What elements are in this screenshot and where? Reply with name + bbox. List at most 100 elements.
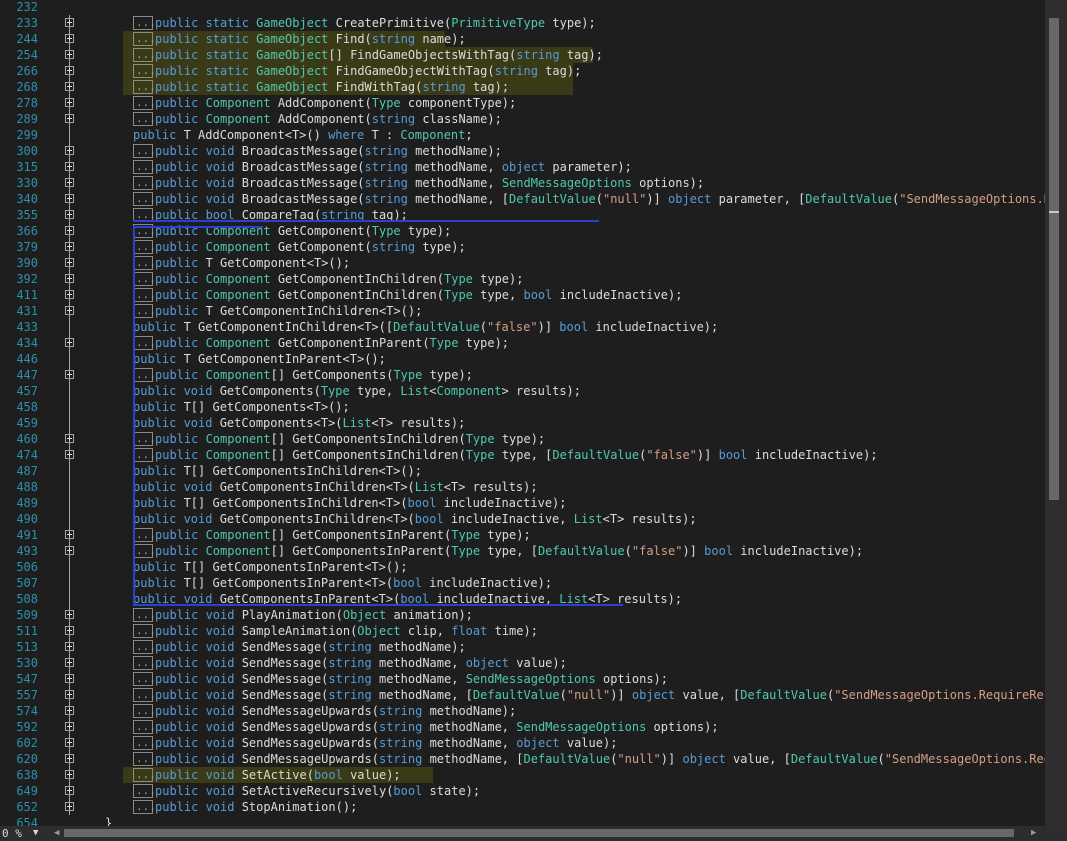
expand-icon[interactable] xyxy=(65,530,74,539)
vertical-scrollbar[interactable] xyxy=(1045,0,1067,826)
collapsed-region-marker[interactable]: ... xyxy=(133,656,156,670)
collapsed-region-marker[interactable]: ... xyxy=(133,624,156,638)
code-line[interactable]: 592... public void SendMessageUpwards(str… xyxy=(0,719,1045,735)
code-line[interactable]: 620... public void SendMessageUpwards(str… xyxy=(0,751,1045,767)
code-line[interactable]: 433 public T GetComponentInChildren<T>([D… xyxy=(0,319,1045,335)
code-line[interactable]: 513... public void SendMessage(string met… xyxy=(0,639,1045,655)
code-line[interactable]: 268... public static GameObject FindWithT… xyxy=(0,79,1045,95)
collapsed-region-marker[interactable]: ... xyxy=(133,448,156,462)
collapsed-region-marker[interactable]: ... xyxy=(133,752,156,766)
code-line[interactable]: 491... public Component[] GetComponentsIn… xyxy=(0,527,1045,543)
collapsed-region-marker[interactable]: ... xyxy=(133,288,156,302)
expand-icon[interactable] xyxy=(65,658,74,667)
expand-icon[interactable] xyxy=(65,338,74,347)
expand-icon[interactable] xyxy=(65,114,74,123)
expand-icon[interactable] xyxy=(65,50,74,59)
expand-icon[interactable] xyxy=(65,610,74,619)
scroll-right-icon[interactable]: ▶ xyxy=(1031,826,1041,841)
collapsed-region-marker[interactable]: ... xyxy=(133,96,156,110)
code-line[interactable]: 530... public void SendMessage(string met… xyxy=(0,655,1045,671)
code-line[interactable]: 299 public T AddComponent<T>() where T : … xyxy=(0,127,1045,143)
collapsed-region-marker[interactable]: ... xyxy=(133,80,156,94)
expand-icon[interactable] xyxy=(65,770,74,779)
expand-icon[interactable] xyxy=(65,18,74,27)
expand-icon[interactable] xyxy=(65,546,74,555)
expand-icon[interactable] xyxy=(65,786,74,795)
code-line[interactable]: 489 public T[] GetComponentsInChildren<T>… xyxy=(0,495,1045,511)
code-line[interactable]: 602... public void SendMessageUpwards(str… xyxy=(0,735,1045,751)
collapsed-region-marker[interactable]: ... xyxy=(133,640,156,654)
expand-icon[interactable] xyxy=(65,242,74,251)
code-line[interactable]: 488 public void GetComponentsInChildren<T… xyxy=(0,479,1045,495)
collapsed-region-marker[interactable]: ... xyxy=(133,192,156,206)
code-line[interactable]: 547... public void SendMessage(string met… xyxy=(0,671,1045,687)
code-line[interactable]: 233... public static GameObject CreatePri… xyxy=(0,15,1045,31)
expand-icon[interactable] xyxy=(65,434,74,443)
expand-icon[interactable] xyxy=(65,178,74,187)
code-line[interactable]: 266... public static GameObject FindGameO… xyxy=(0,63,1045,79)
expand-icon[interactable] xyxy=(65,738,74,747)
expand-icon[interactable] xyxy=(65,290,74,299)
code-line[interactable]: 278... public Component AddComponent(Type… xyxy=(0,95,1045,111)
code-line[interactable]: 300... public void BroadcastMessage(strin… xyxy=(0,143,1045,159)
expand-icon[interactable] xyxy=(65,306,74,315)
code-line[interactable]: 330... public void BroadcastMessage(strin… xyxy=(0,175,1045,191)
code-line[interactable]: 493... public Component[] GetComponentsIn… xyxy=(0,543,1045,559)
collapsed-region-marker[interactable]: ... xyxy=(133,176,156,190)
code-line[interactable]: 654} xyxy=(0,815,1045,826)
code-line[interactable]: 289... public Component AddComponent(stri… xyxy=(0,111,1045,127)
expand-icon[interactable] xyxy=(65,802,74,811)
expand-icon[interactable] xyxy=(65,274,74,283)
code-line[interactable]: 431... public T GetComponentInChildren<T>… xyxy=(0,303,1045,319)
code-line[interactable]: 490 public void GetComponentsInChildren<T… xyxy=(0,511,1045,527)
collapsed-region-marker[interactable]: ... xyxy=(133,112,156,126)
expand-icon[interactable] xyxy=(65,66,74,75)
code-line[interactable]: 459 public void GetComponents<T>(List<T> … xyxy=(0,415,1045,431)
collapsed-region-marker[interactable]: ... xyxy=(133,800,156,814)
code-line[interactable]: 506 public T[] GetComponentsInParent<T>()… xyxy=(0,559,1045,575)
code-line[interactable]: 574... public void SendMessageUpwards(str… xyxy=(0,703,1045,719)
code-line[interactable]: 340... public void BroadcastMessage(strin… xyxy=(0,191,1045,207)
collapsed-region-marker[interactable]: ... xyxy=(133,768,156,782)
collapsed-region-marker[interactable]: ... xyxy=(133,672,156,686)
collapsed-region-marker[interactable]: ... xyxy=(133,144,156,158)
code-line[interactable]: 232 xyxy=(0,0,1045,15)
expand-icon[interactable] xyxy=(65,674,74,683)
code-line[interactable]: 392... public Component GetComponentInChi… xyxy=(0,271,1045,287)
collapsed-region-marker[interactable]: ... xyxy=(133,688,156,702)
expand-icon[interactable] xyxy=(65,34,74,43)
expand-icon[interactable] xyxy=(65,258,74,267)
collapsed-region-marker[interactable]: ... xyxy=(133,160,156,174)
code-line[interactable]: 434... public Component GetComponentInPar… xyxy=(0,335,1045,351)
expand-icon[interactable] xyxy=(65,626,74,635)
code-line[interactable]: 447... public Component[] GetComponents(T… xyxy=(0,367,1045,383)
scroll-left-icon[interactable]: ◀ xyxy=(54,826,64,841)
collapsed-region-marker[interactable]: ... xyxy=(133,32,156,46)
horizontal-scrollbar-thumb[interactable] xyxy=(64,829,1014,837)
expand-icon[interactable] xyxy=(65,690,74,699)
code-line[interactable]: 511... public void SampleAnimation(Object… xyxy=(0,623,1045,639)
code-line[interactable]: 649... public void SetActiveRecursively(b… xyxy=(0,783,1045,799)
expand-icon[interactable] xyxy=(65,706,74,715)
expand-icon[interactable] xyxy=(65,98,74,107)
collapsed-region-marker[interactable]: ... xyxy=(133,432,156,446)
code-line[interactable]: 244... public static GameObject Find(stri… xyxy=(0,31,1045,47)
collapsed-region-marker[interactable]: ... xyxy=(133,16,156,30)
code-line[interactable]: 458 public T[] GetComponents<T>(); xyxy=(0,399,1045,415)
code-line[interactable]: 446 public T GetComponentInParent<T>(); xyxy=(0,351,1045,367)
expand-icon[interactable] xyxy=(65,194,74,203)
code-line[interactable]: 507 public T[] GetComponentsInParent<T>(b… xyxy=(0,575,1045,591)
zoom-level[interactable]: 0 % xyxy=(0,826,22,841)
expand-icon[interactable] xyxy=(65,162,74,171)
code-line[interactable]: 652... public void StopAnimation(); xyxy=(0,799,1045,815)
collapsed-region-marker[interactable]: ... xyxy=(133,304,156,318)
collapsed-region-marker[interactable]: ... xyxy=(133,784,156,798)
expand-icon[interactable] xyxy=(65,754,74,763)
collapsed-region-marker[interactable]: ... xyxy=(133,48,156,62)
collapsed-region-marker[interactable]: ... xyxy=(133,528,156,542)
expand-icon[interactable] xyxy=(65,146,74,155)
collapsed-region-marker[interactable]: ... xyxy=(133,272,156,286)
collapsed-region-marker[interactable]: ... xyxy=(133,736,156,750)
collapsed-region-marker[interactable]: ... xyxy=(133,64,156,78)
code-editor[interactable]: 232 233... public static GameObject Create… xyxy=(0,0,1045,826)
